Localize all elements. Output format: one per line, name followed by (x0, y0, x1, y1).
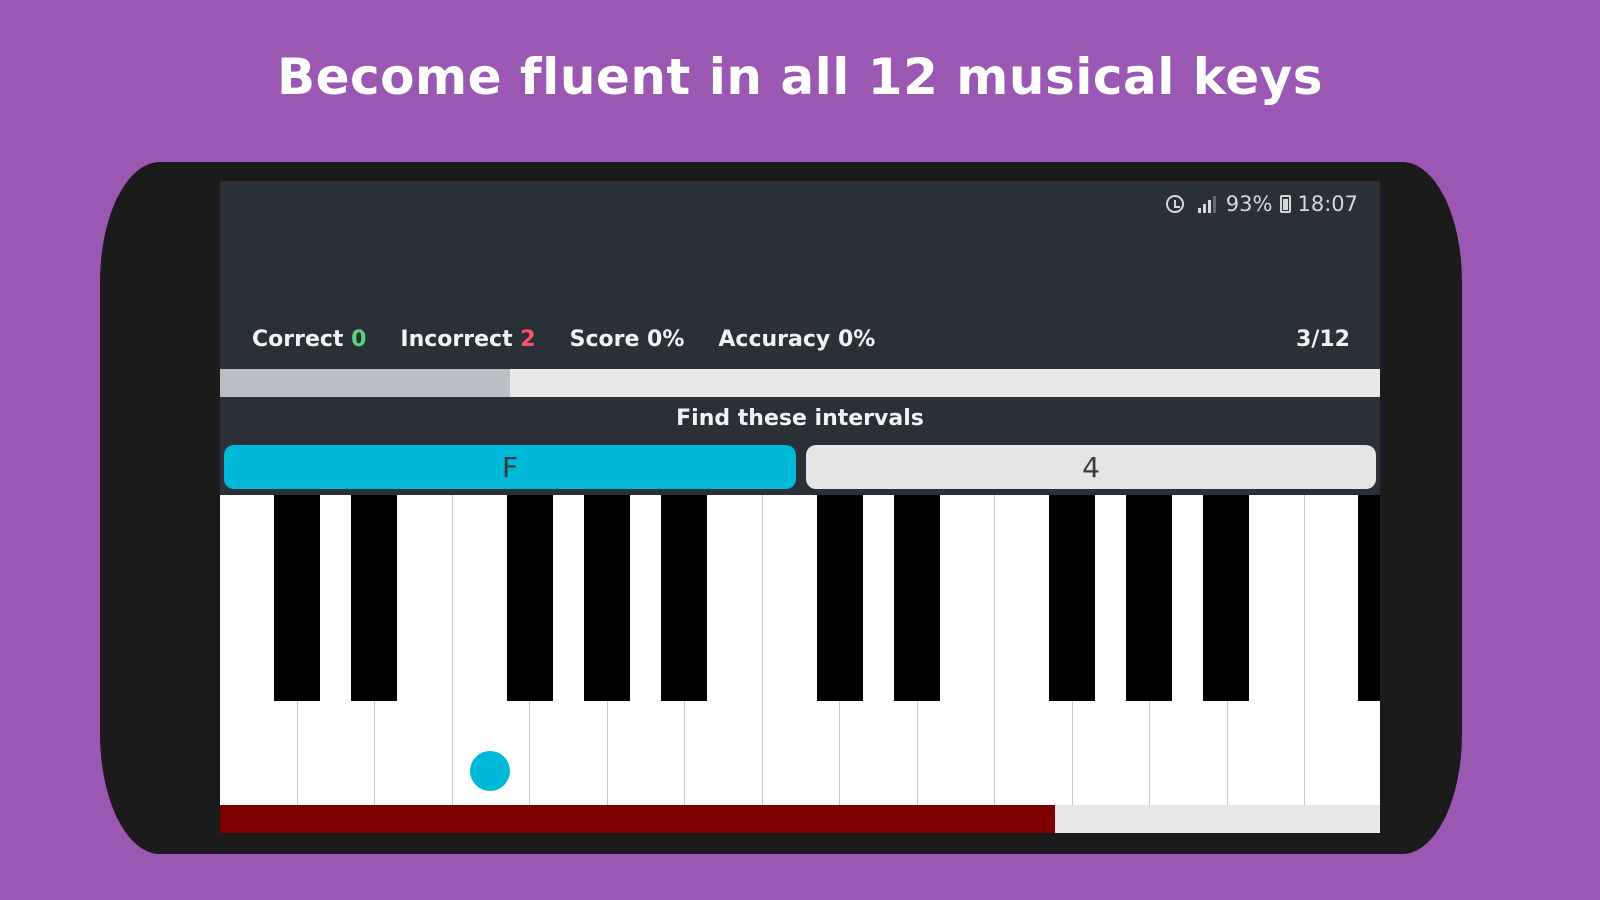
score-value: 0% (647, 327, 685, 352)
selected-key-marker (470, 751, 510, 791)
black-key[interactable] (894, 495, 940, 701)
timer-fill (220, 805, 1056, 833)
black-key[interactable] (274, 495, 320, 701)
accuracy-value: 0% (837, 327, 876, 352)
incorrect-stat: Incorrect 2 (400, 327, 535, 357)
correct-stat: Correct 0 (252, 327, 366, 357)
status-bar: 93% 18:07 (1165, 189, 1358, 219)
black-key[interactable] (584, 495, 630, 701)
black-key[interactable] (1358, 495, 1380, 701)
black-key[interactable] (1126, 495, 1172, 701)
signal-icon (1197, 195, 1216, 213)
clock-time: 18:07 (1297, 192, 1358, 216)
quiz-progress-bar (220, 369, 1380, 397)
score-stat: Score 0% (570, 327, 685, 357)
black-key[interactable] (351, 495, 397, 701)
quiz-progress-fill (220, 369, 510, 397)
stats-row: Correct 0 Incorrect 2 Score 0% Accuracy … (252, 327, 875, 357)
quiz-prompt: Find these intervals (676, 406, 924, 431)
root-note-chip: F (224, 445, 796, 489)
incorrect-value: 2 (520, 327, 536, 352)
score-label: Score (569, 327, 640, 352)
incorrect-label: Incorrect (400, 327, 513, 352)
accuracy-stat: Accuracy 0% (718, 327, 875, 357)
app-screen: 93% 18:07 Correct 0 Incorrect 2 Score 0%… (220, 181, 1380, 833)
interval-chip: 4 (806, 445, 1376, 489)
alarm-icon (1165, 195, 1184, 213)
piano-keyboard[interactable] (220, 495, 1380, 805)
accuracy-label: Accuracy (718, 327, 831, 352)
black-key[interactable] (1049, 495, 1095, 701)
banner-title: Become fluent in all 12 musical keys (277, 48, 1323, 106)
black-key[interactable] (661, 495, 707, 701)
black-key[interactable] (507, 495, 553, 701)
black-key[interactable] (817, 495, 863, 701)
black-key[interactable] (1203, 495, 1249, 701)
question-counter: 3/12 (1296, 327, 1350, 352)
correct-label: Correct (252, 327, 344, 352)
timer-bar (220, 805, 1380, 833)
battery-icon (1280, 195, 1292, 213)
battery-percent: 93% (1225, 192, 1273, 216)
correct-value: 0 (351, 327, 367, 352)
